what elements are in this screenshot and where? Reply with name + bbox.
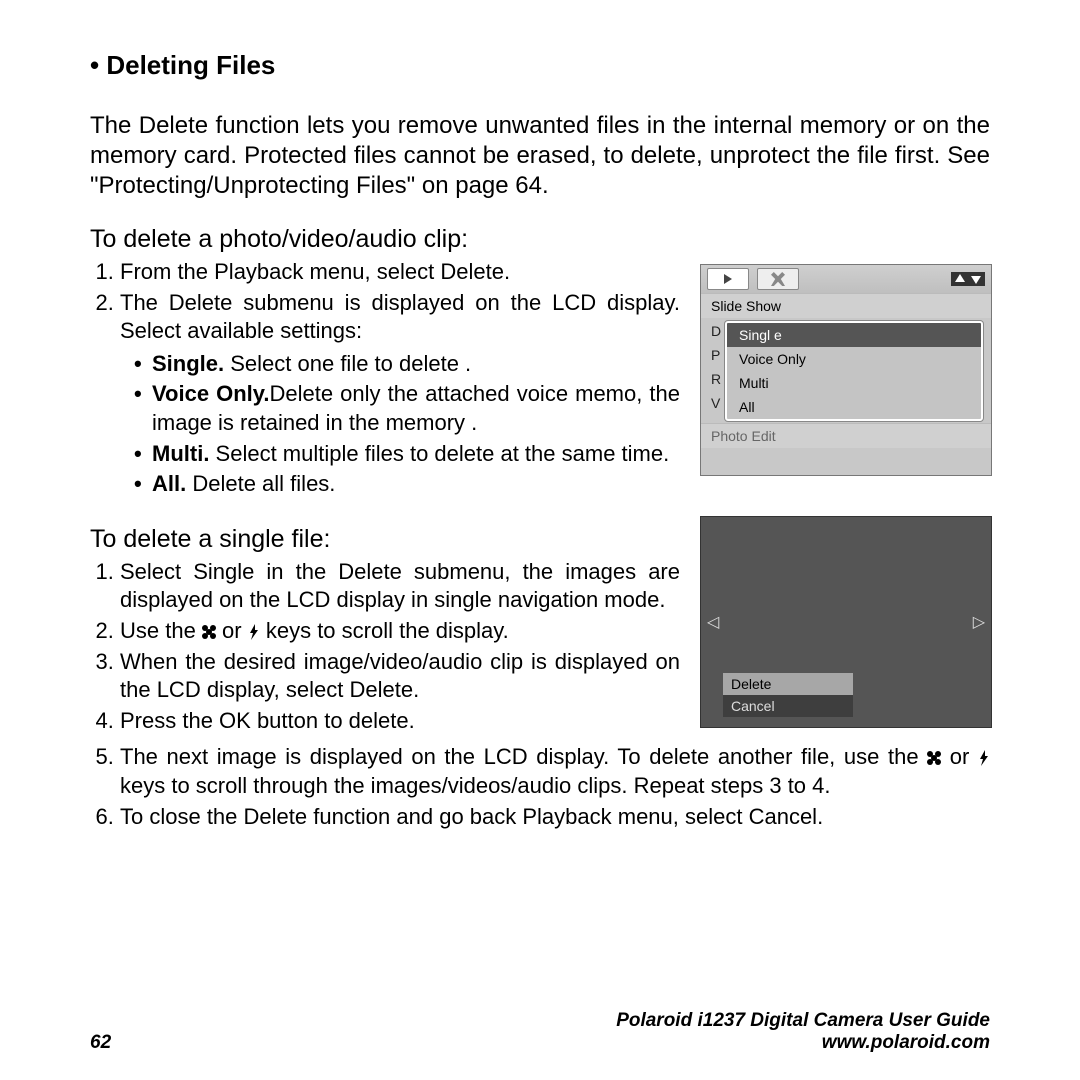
submenu-single: Singl e: [727, 323, 981, 347]
page-number: 62: [90, 1032, 111, 1054]
p2-step-2: Use the or keys to scroll the display.: [120, 617, 680, 646]
procedure-1-steps: From the Playback menu, select Delete. T…: [90, 258, 680, 499]
confirm-cancel: Cancel: [723, 695, 853, 717]
p2-step-6: To close the Delete function and go back…: [120, 803, 990, 832]
figure-column: Slide Show D P R V Photo Edit Singl e Vo…: [700, 264, 990, 728]
menu-peek-v: V: [711, 395, 720, 411]
up-down-icon: [951, 272, 985, 286]
nav-left-icon: ◁: [707, 612, 719, 632]
opt-all: All. Delete all files.: [134, 470, 680, 499]
submenu-all: All: [727, 395, 981, 419]
intro-paragraph: The Delete function lets you remove unwa…: [90, 111, 990, 201]
p2-step-3: When the desired image/video/audio clip …: [120, 648, 680, 705]
procedure-2-steps-part1: Select Single in the Delete submenu, the…: [90, 558, 680, 736]
guide-title: Polaroid i1237 Digital Camera User Guide: [616, 1010, 990, 1032]
step-2: The Delete submenu is displayed on the L…: [120, 289, 680, 499]
settings-tab-icon: [757, 268, 799, 290]
opt-single: Single. Select one file to delete .: [134, 350, 680, 379]
delete-options-list: Single. Select one file to delete . Voic…: [120, 350, 680, 499]
procedure-2-heading: To delete a single file:: [90, 525, 680, 554]
menu-peek-d: D: [711, 323, 721, 339]
procedure-1-heading: To delete a photo/video/audio clip:: [90, 225, 990, 254]
opt-multi: Multi. Select multiple files to delete a…: [134, 440, 680, 469]
playback-tab-icon: [707, 268, 749, 290]
macro-icon: [202, 625, 216, 639]
section-title: • Deleting Files: [90, 50, 990, 81]
p2-step-1: Select Single in the Delete submenu, the…: [120, 558, 680, 615]
submenu-voice-only: Voice Only: [727, 347, 981, 371]
nav-right-icon: ▷: [973, 612, 985, 632]
menu-slide-show: Slide Show: [701, 293, 991, 318]
manual-page: • Deleting Files The Delete function let…: [0, 0, 1080, 1080]
flash-icon: [248, 619, 260, 635]
guide-url: www.polaroid.com: [616, 1032, 990, 1054]
delete-submenu: Singl e Voice Only Multi All: [725, 321, 983, 421]
tab-bar: [701, 265, 991, 293]
opt-voice-only: Voice Only.Delete only the attached voic…: [134, 380, 680, 437]
flash-icon: [978, 745, 990, 761]
confirm-delete: Delete: [723, 673, 853, 695]
confirm-options: Delete Cancel: [723, 673, 853, 717]
lcd-menu-screenshot: Slide Show D P R V Photo Edit Singl e Vo…: [700, 264, 992, 476]
footer-right: Polaroid i1237 Digital Camera User Guide…: [616, 1010, 990, 1054]
step-1: From the Playback menu, select Delete.: [120, 258, 680, 287]
procedure-1-block: From the Playback menu, select Delete. T…: [90, 258, 990, 737]
macro-icon: [927, 751, 941, 765]
lcd-delete-confirm-screenshot: ◁ ▷ Delete Cancel: [700, 516, 992, 728]
menu-peek-p: P: [711, 347, 720, 363]
submenu-multi: Multi: [727, 371, 981, 395]
page-footer: 62 Polaroid i1237 Digital Camera User Gu…: [90, 1010, 990, 1054]
p2-step-5: The next image is displayed on the LCD d…: [120, 743, 990, 800]
menu-photo-edit: Photo Edit: [701, 423, 991, 448]
p2-step-4: Press the OK button to delete.: [120, 707, 680, 736]
menu-peek-r: R: [711, 371, 721, 387]
procedure-2-steps-part2: The next image is displayed on the LCD d…: [90, 743, 990, 831]
